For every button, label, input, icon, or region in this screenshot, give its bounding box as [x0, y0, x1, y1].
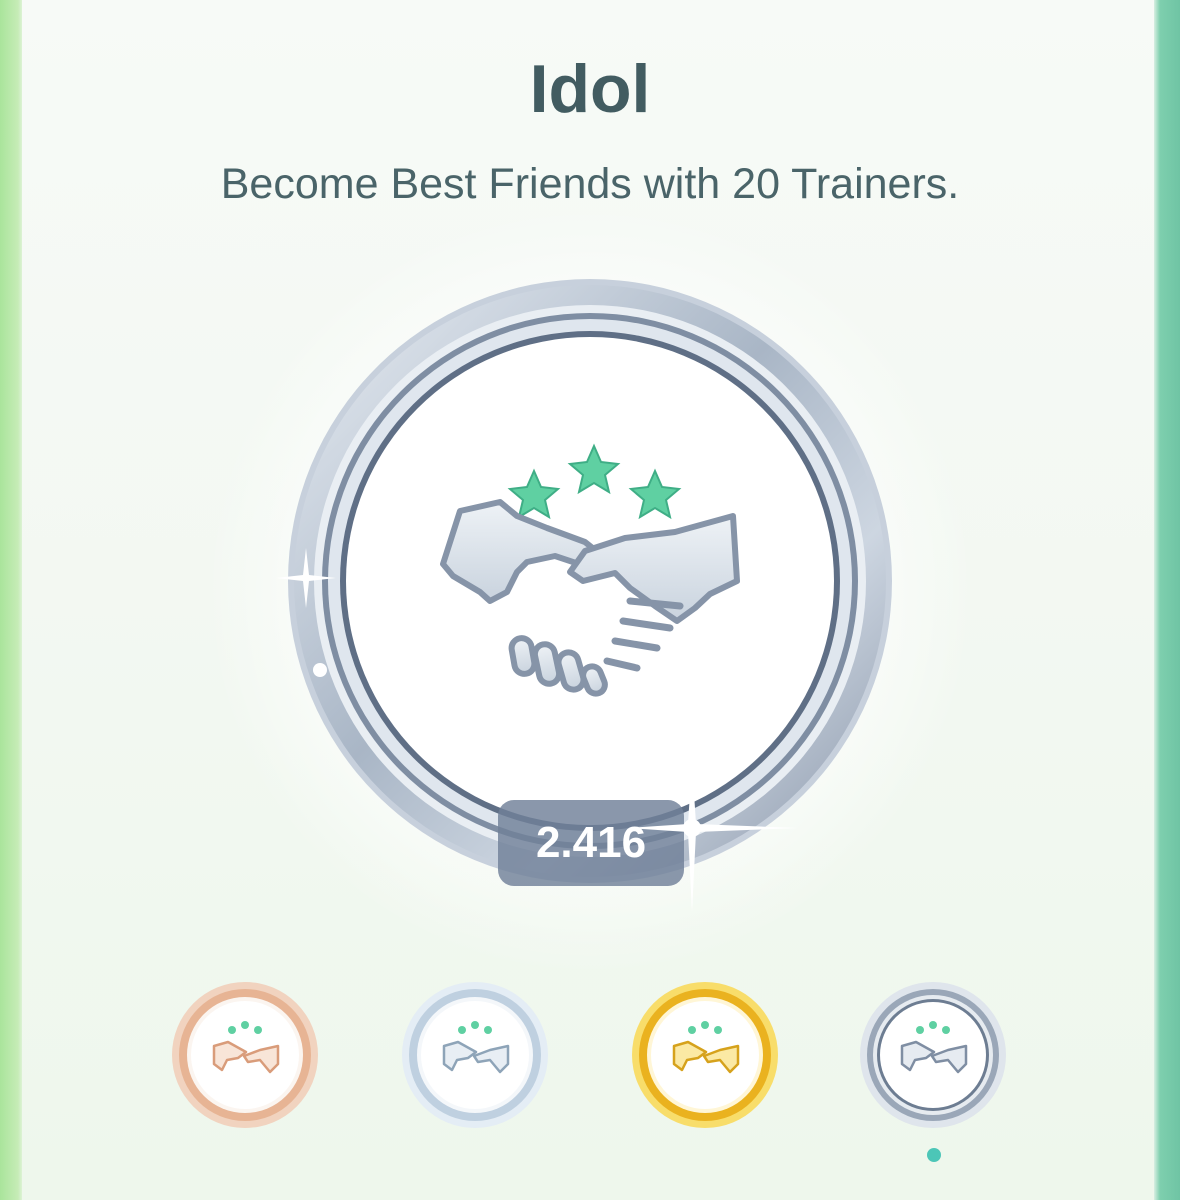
tier-medal-gold[interactable]: [630, 980, 780, 1130]
tier-medal-silver[interactable]: [400, 980, 550, 1130]
sparkle-icon: [276, 548, 336, 608]
sparkle-icon: [628, 762, 798, 912]
selected-tier-indicator: [927, 1148, 941, 1162]
sparkle-icon: [313, 663, 327, 677]
platinum-medal-large[interactable]: [285, 276, 895, 886]
tier-medal-platinum[interactable]: [858, 980, 1008, 1130]
badge-title: Idol: [529, 51, 651, 127]
tier-medal-bronze[interactable]: [170, 980, 320, 1130]
